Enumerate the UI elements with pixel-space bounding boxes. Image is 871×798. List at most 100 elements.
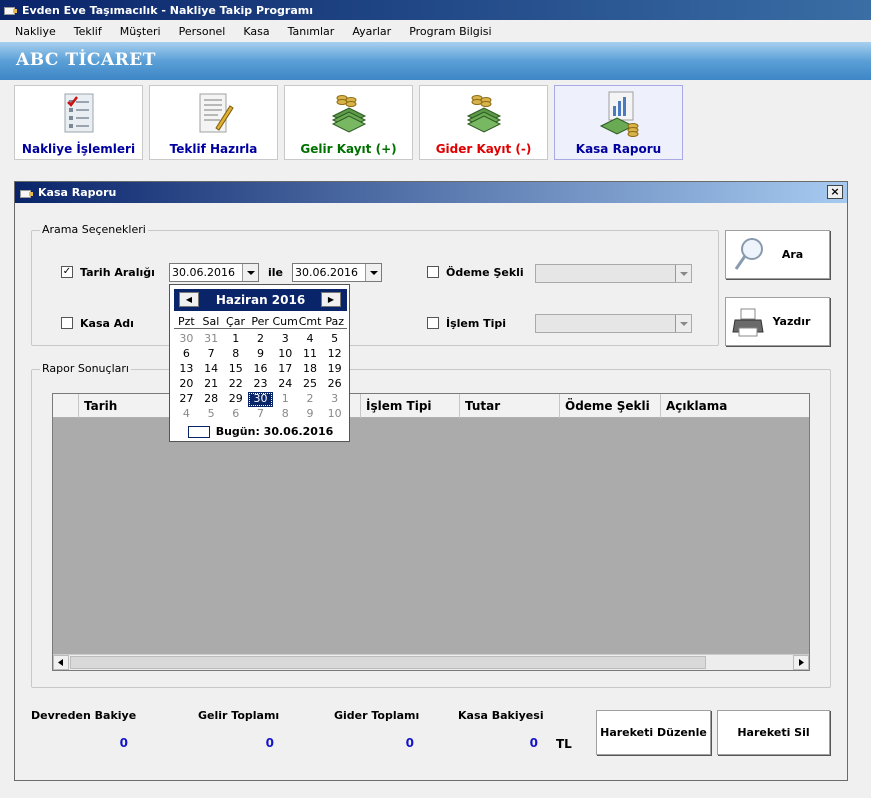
payment-checkbox[interactable] [427, 266, 439, 278]
weekday-label: Per [251, 315, 269, 328]
calendar-day[interactable]: 15 [223, 362, 248, 377]
calendar-day[interactable]: 12 [322, 347, 347, 362]
date-from-dropdown-button[interactable] [242, 264, 258, 281]
scroll-left-button[interactable] [53, 655, 69, 670]
calendar-day[interactable]: 4 [174, 407, 199, 422]
calendar-day[interactable]: 8 [223, 347, 248, 362]
calendar-day[interactable]: 6 [174, 347, 199, 362]
window-titlebar[interactable]: Evden Eve Taşımacılık - Nakliye Takip Pr… [0, 0, 871, 20]
type-select[interactable] [535, 314, 692, 333]
type-checkbox[interactable] [427, 317, 439, 329]
column-islem-tipi[interactable]: İşlem Tipi [361, 394, 460, 418]
menu-personel[interactable]: Personel [170, 25, 235, 38]
results-grid[interactable]: Tarih İşlem Tipi Tutar Ödeme Şekli Açıkl… [52, 393, 810, 671]
close-button[interactable]: × [827, 185, 843, 199]
calendar-today-button[interactable]: Bugün: 30.06.2016 [174, 424, 347, 439]
calendar-day[interactable]: 3 [322, 392, 347, 407]
calendar-day[interactable]: 3 [273, 332, 298, 347]
edit-transaction-button[interactable]: Hareketi Düzenle [596, 710, 711, 755]
calendar-day[interactable]: 24 [273, 377, 298, 392]
calendar-day[interactable]: 13 [174, 362, 199, 377]
calendar-day[interactable]: 7 [248, 407, 273, 422]
calendar-day[interactable]: 14 [199, 362, 224, 377]
delete-transaction-label: Hareketi Sil [737, 726, 810, 739]
calendar-day[interactable]: 1 [223, 332, 248, 347]
calendar-day[interactable]: 20 [174, 377, 199, 392]
toolbar-teklif-label: Teklif Hazırla [169, 142, 258, 156]
calendar-day[interactable]: 31 [199, 332, 224, 347]
toolbar-gelir-button[interactable]: Gelir Kayıt (+) [284, 85, 413, 160]
calendar-day[interactable]: 6 [223, 407, 248, 422]
child-title: Kasa Raporu [38, 186, 117, 199]
column-tutar[interactable]: Tutar [460, 394, 560, 418]
kasa-checkbox[interactable] [61, 317, 73, 329]
menu-nakliye[interactable]: Nakliye [6, 25, 65, 38]
date-to-picker[interactable]: 30.06.2016 [292, 263, 382, 282]
toolbar-gider-button[interactable]: Gider Kayıt (-) [419, 85, 548, 160]
scroll-right-button[interactable] [793, 655, 809, 670]
payment-dropdown-button[interactable] [675, 265, 691, 282]
calendar-day[interactable]: 22 [223, 377, 248, 392]
menu-teklif[interactable]: Teklif [65, 25, 111, 38]
calendar-day[interactable]: 9 [298, 407, 323, 422]
toolbar-nakliye-button[interactable]: Nakliye İşlemleri [14, 85, 143, 160]
calendar-day[interactable]: 17 [273, 362, 298, 377]
search-options-legend: Arama Seçenekleri [40, 223, 148, 236]
calendar-day[interactable]: 29 [223, 392, 248, 407]
date-to-dropdown-button[interactable] [365, 264, 381, 281]
calendar-day[interactable]: 2 [298, 392, 323, 407]
calendar-day[interactable]: 21 [199, 377, 224, 392]
date-from-picker[interactable]: 30.06.2016 [169, 263, 259, 282]
cash-balance-label: Kasa Bakiyesi [458, 709, 544, 722]
menu-kasa[interactable]: Kasa [234, 25, 278, 38]
calendar-day[interactable]: 4 [298, 332, 323, 347]
calendar-day[interactable]: 23 [248, 377, 273, 392]
row-header-column[interactable] [53, 394, 79, 418]
column-aciklama[interactable]: Açıklama [661, 394, 809, 418]
menu-tanimlar[interactable]: Tanımlar [279, 25, 344, 38]
cash-balance-value: 0 [529, 736, 538, 750]
calendar-prev-button[interactable]: ◀ [179, 292, 199, 307]
check-icon: ✓ [62, 266, 72, 277]
kasa-label: Kasa Adı [80, 317, 134, 330]
column-odeme-sekli[interactable]: Ödeme Şekli [560, 394, 661, 418]
weekday-label: Sal [202, 315, 220, 328]
menu-program-bilgisi[interactable]: Program Bilgisi [400, 25, 500, 38]
calendar-day-selected[interactable]: 30 [248, 392, 273, 407]
calendar-day[interactable]: 5 [322, 332, 347, 347]
type-dropdown-button[interactable] [675, 315, 691, 332]
calendar-day[interactable]: 5 [199, 407, 224, 422]
calendar-day[interactable]: 19 [322, 362, 347, 377]
calendar-day[interactable]: 7 [199, 347, 224, 362]
horizontal-scrollbar[interactable] [53, 654, 809, 670]
calendar-day[interactable]: 27 [174, 392, 199, 407]
calendar-day[interactable]: 2 [248, 332, 273, 347]
calendar-day[interactable]: 25 [298, 377, 323, 392]
calendar-day[interactable]: 16 [248, 362, 273, 377]
calendar-popup[interactable]: Haziran 2016 ◀ ▶ Pzt Sal Çar Per Cum Cmt… [169, 284, 350, 442]
menu-ayarlar[interactable]: Ayarlar [343, 25, 400, 38]
search-button[interactable]: Ara [725, 230, 830, 279]
toolbar-teklif-button[interactable]: Teklif Hazırla [149, 85, 278, 160]
delete-transaction-button[interactable]: Hareketi Sil [717, 710, 830, 755]
column-tarih[interactable]: Tarih [79, 394, 176, 418]
printer-icon [732, 308, 764, 337]
scroll-thumb[interactable] [70, 656, 706, 669]
menu-musteri[interactable]: Müşteri [111, 25, 170, 38]
calendar-day[interactable]: 11 [298, 347, 323, 362]
calendar-day[interactable]: 30 [174, 332, 199, 347]
print-button[interactable]: Yazdır [725, 297, 830, 346]
calendar-next-button[interactable]: ▶ [321, 292, 341, 307]
calendar-day[interactable]: 10 [273, 347, 298, 362]
calendar-day[interactable]: 18 [298, 362, 323, 377]
calendar-day[interactable]: 9 [248, 347, 273, 362]
payment-select[interactable] [535, 264, 692, 283]
calendar-day[interactable]: 26 [322, 377, 347, 392]
child-titlebar[interactable]: Kasa Raporu [15, 182, 847, 203]
calendar-day[interactable]: 28 [199, 392, 224, 407]
date-range-checkbox[interactable]: ✓ [61, 266, 73, 278]
calendar-day[interactable]: 8 [273, 407, 298, 422]
calendar-day[interactable]: 10 [322, 407, 347, 422]
toolbar-kasa-raporu-button[interactable]: Kasa Raporu [554, 85, 683, 160]
calendar-day[interactable]: 1 [273, 392, 298, 407]
